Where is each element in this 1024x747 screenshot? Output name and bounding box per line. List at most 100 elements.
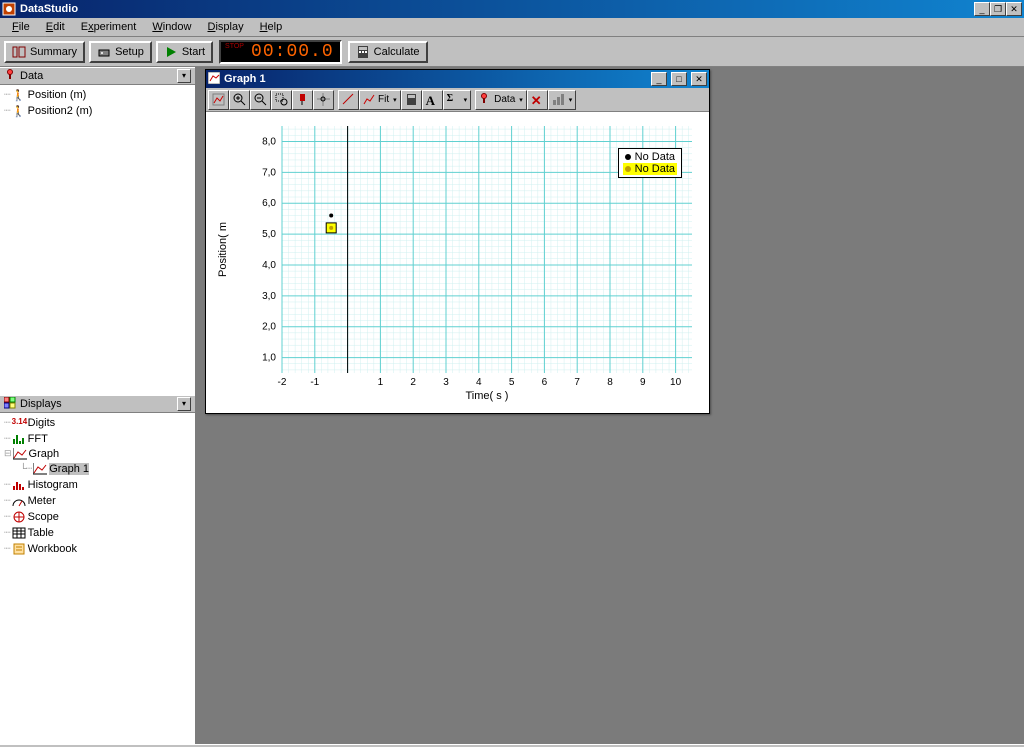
data-item-position2[interactable]: ┈ 🚶 Position2 (m) bbox=[0, 103, 195, 119]
graph-maximize-button[interactable]: □ bbox=[671, 72, 687, 86]
graph-toolbar: Fit A Σ Data ✕ bbox=[206, 88, 709, 112]
display-item-meter[interactable]: ┈ Meter bbox=[0, 493, 195, 509]
svg-text:-2: -2 bbox=[278, 377, 287, 388]
display-item-scope[interactable]: ┈ Scope bbox=[0, 509, 195, 525]
main-toolbar: Summary Setup Start STOP 00:00.0 Calcula… bbox=[0, 37, 1024, 67]
display-item-graph1[interactable]: └┈ Graph 1 bbox=[0, 461, 195, 477]
display-item-fft[interactable]: ┈ FFT bbox=[0, 431, 195, 447]
crosshair-icon bbox=[317, 93, 330, 106]
gtb-data[interactable]: Data bbox=[475, 90, 527, 110]
zoomin-icon bbox=[233, 93, 246, 106]
slope-icon bbox=[342, 93, 355, 106]
display-item-histogram[interactable]: ┈ Histogram bbox=[0, 477, 195, 493]
gtb-delete[interactable]: ✕ bbox=[527, 90, 548, 110]
autoscale-icon bbox=[212, 93, 225, 106]
graph-window-title: Graph 1 bbox=[224, 73, 266, 85]
gtb-autoscale[interactable] bbox=[208, 90, 229, 110]
data-item-position[interactable]: ┈ 🚶 Position (m) bbox=[0, 87, 195, 103]
plot-legend[interactable]: No Data No Data bbox=[618, 148, 682, 178]
graph-window: Graph 1 _ □ ✕ Fit A Σ Data bbox=[205, 69, 710, 414]
gtb-zoomin[interactable] bbox=[229, 90, 250, 110]
svg-text:2,0: 2,0 bbox=[262, 322, 276, 333]
scope-icon bbox=[12, 511, 26, 523]
data-icon bbox=[479, 93, 492, 106]
display-item-label: Table bbox=[28, 527, 54, 539]
gtb-settings[interactable] bbox=[548, 90, 577, 110]
window-title: DataStudio bbox=[20, 3, 78, 15]
gtb-fit[interactable]: Fit bbox=[359, 90, 401, 110]
graph-window-titlebar[interactable]: Graph 1 _ □ ✕ bbox=[206, 70, 709, 88]
menu-edit[interactable]: Edit bbox=[38, 19, 73, 35]
maximize-button[interactable]: ❐ bbox=[990, 2, 1006, 16]
data-item-label: Position (m) bbox=[28, 89, 87, 101]
menubar: File Edit Experiment Window Display Help bbox=[0, 18, 1024, 37]
display-item-label: Workbook bbox=[28, 543, 77, 555]
sigma-icon: Σ bbox=[447, 93, 460, 106]
svg-text:Position( m: Position( m bbox=[217, 222, 229, 277]
display-item-workbook[interactable]: ┈ Workbook bbox=[0, 541, 195, 557]
text-icon: A bbox=[426, 93, 439, 106]
gtb-pin[interactable] bbox=[292, 90, 313, 110]
graph-close-button[interactable]: ✕ bbox=[691, 72, 707, 86]
setup-button[interactable]: Setup bbox=[89, 41, 152, 63]
gtb-slope[interactable] bbox=[338, 90, 359, 110]
legend-dot-icon bbox=[625, 166, 631, 172]
displays-dropdown-button[interactable]: ▾ bbox=[177, 397, 191, 411]
start-button[interactable]: Start bbox=[156, 41, 213, 63]
data-dropdown-button[interactable]: ▾ bbox=[177, 69, 191, 83]
meter-icon bbox=[12, 495, 26, 507]
legend-row[interactable]: No Data bbox=[623, 151, 677, 163]
gtb-note[interactable]: A bbox=[422, 90, 443, 110]
data-panel-body: ┈ 🚶 Position (m) ┈ 🚶 Position2 (m) bbox=[0, 85, 195, 395]
stop-indicator: STOP bbox=[225, 43, 244, 50]
gtb-calc[interactable] bbox=[401, 90, 422, 110]
delete-icon: ✕ bbox=[531, 93, 544, 106]
summary-icon bbox=[12, 45, 26, 59]
display-item-table[interactable]: ┈ Table bbox=[0, 525, 195, 541]
displays-header-label: Displays bbox=[20, 398, 62, 410]
svg-text:8,0: 8,0 bbox=[262, 136, 276, 147]
menu-display[interactable]: Display bbox=[200, 19, 252, 35]
data-panel-header[interactable]: Data ▾ bbox=[0, 67, 195, 85]
play-icon bbox=[164, 45, 178, 59]
gtb-zoomout[interactable] bbox=[250, 90, 271, 110]
person-icon: 🚶 bbox=[12, 105, 26, 117]
svg-text:7,0: 7,0 bbox=[262, 167, 276, 178]
plot-area[interactable]: -2-1123456789101,02,03,04,05,06,07,08,0T… bbox=[206, 112, 709, 413]
minimize-button[interactable]: _ bbox=[974, 2, 990, 16]
data-label: Data bbox=[494, 94, 515, 105]
svg-text:2: 2 bbox=[410, 377, 416, 388]
graph-minimize-button[interactable]: _ bbox=[651, 72, 667, 86]
gtb-smarttool[interactable] bbox=[313, 90, 334, 110]
display-item-digits[interactable]: ┈ 3.14 Digits bbox=[0, 415, 195, 431]
legend-label: No Data bbox=[635, 163, 675, 175]
displays-panel-header[interactable]: Displays ▾ bbox=[0, 395, 195, 413]
svg-text:5: 5 bbox=[509, 377, 515, 388]
svg-text:1,0: 1,0 bbox=[262, 353, 276, 364]
menu-help[interactable]: Help bbox=[252, 19, 291, 35]
pin-icon bbox=[296, 93, 309, 106]
display-item-label: Meter bbox=[28, 495, 56, 507]
display-item-label: FFT bbox=[28, 433, 48, 445]
menu-file[interactable]: File bbox=[4, 19, 38, 35]
svg-text:10: 10 bbox=[670, 377, 682, 388]
svg-text:7: 7 bbox=[574, 377, 580, 388]
svg-text:6,0: 6,0 bbox=[262, 198, 276, 209]
legend-row[interactable]: No Data bbox=[623, 163, 677, 175]
gtb-stats[interactable]: Σ bbox=[443, 90, 472, 110]
calculate-label: Calculate bbox=[374, 46, 420, 58]
display-item-label: Histogram bbox=[28, 479, 78, 491]
fft-icon bbox=[12, 433, 26, 445]
menu-window[interactable]: Window bbox=[144, 19, 199, 35]
display-item-graph[interactable]: ⊟ Graph bbox=[0, 447, 195, 461]
zoomselect-icon bbox=[275, 93, 288, 106]
close-button[interactable]: ✕ bbox=[1006, 2, 1022, 16]
timer-value: 00:00.0 bbox=[251, 42, 334, 62]
setup-icon bbox=[97, 45, 111, 59]
calculate-button[interactable]: Calculate bbox=[348, 41, 428, 63]
menu-experiment[interactable]: Experiment bbox=[73, 19, 145, 35]
svg-text:4,0: 4,0 bbox=[262, 260, 276, 271]
summary-button[interactable]: Summary bbox=[4, 41, 85, 63]
zoomout-icon bbox=[254, 93, 267, 106]
gtb-zoomselect[interactable] bbox=[271, 90, 292, 110]
